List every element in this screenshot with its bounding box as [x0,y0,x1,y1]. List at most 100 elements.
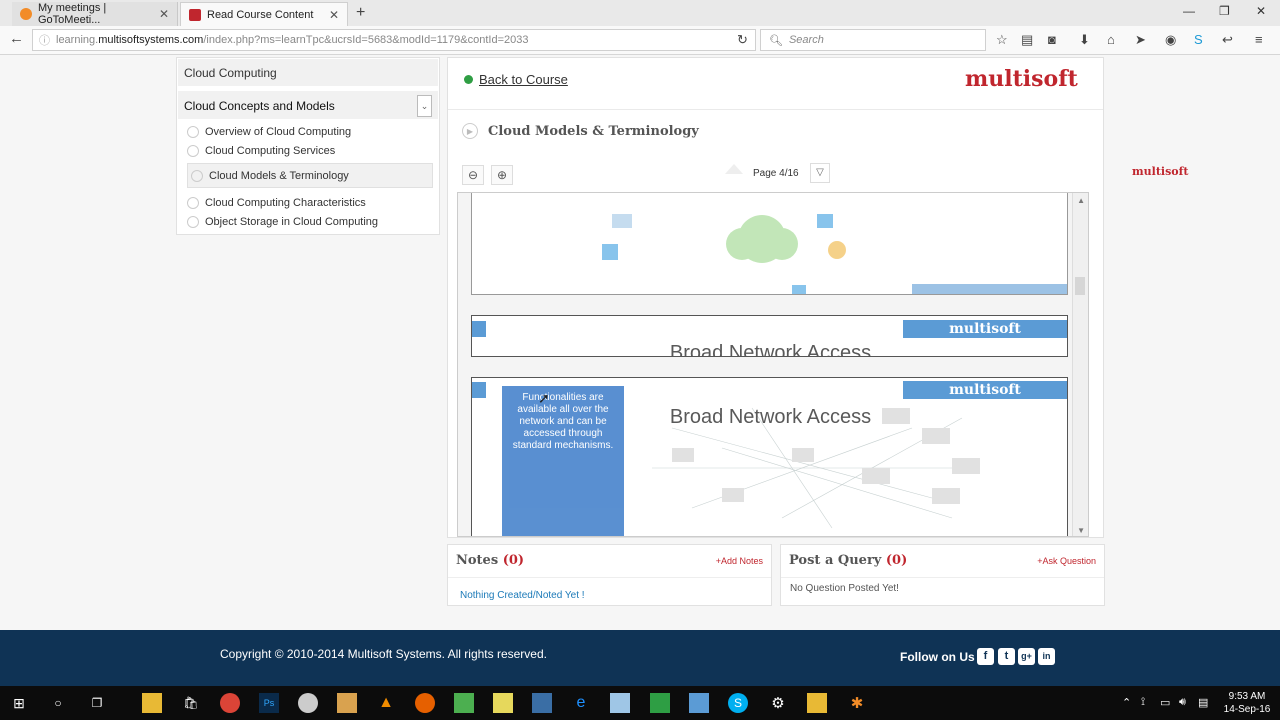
app-green-icon[interactable] [650,693,670,713]
multisoft-logo: multisoft [965,66,1078,92]
pocket-icon[interactable]: ◙ [1048,32,1056,47]
close-tab-icon[interactable]: ✕ [329,8,339,22]
battery-icon[interactable]: ▭ [1160,696,1170,709]
topic-label: Overview of Cloud Computing [205,126,352,138]
site-footer: Copyright © 2010-2014 Multisoft Systems.… [0,630,1280,686]
bookmark-star-icon[interactable]: ☆ [996,32,1008,48]
maximize-icon[interactable]: ❐ [1219,4,1230,18]
gotomeeting-favicon-icon [20,8,32,20]
send-icon[interactable]: ➤ [1135,32,1146,48]
minimize-icon[interactable]: — [1183,4,1195,18]
media-icon[interactable] [337,693,357,713]
firefox-icon[interactable] [415,693,435,713]
facebook-icon[interactable]: f [977,648,994,665]
slide-title: Broad Network Access [669,406,872,428]
notifications-icon[interactable]: ▤ [1198,696,1208,709]
tray-chevron-up-icon[interactable]: ⌃ [1122,696,1131,709]
tab-read-course-content[interactable]: Read Course Content ✕ [180,2,348,26]
previous-page-icon[interactable] [725,164,743,174]
monitor-icon[interactable] [532,693,552,713]
search-placeholder: Search [788,34,824,46]
chevron-down-icon[interactable]: ⌄ [417,95,432,117]
ask-question-link[interactable]: +Ask Question [1037,556,1096,566]
chrome-icon[interactable] [220,693,240,713]
download-icon[interactable]: ⬇ [1079,32,1090,48]
vlc-icon[interactable]: ▲ [376,693,396,713]
topic-overview[interactable]: Overview of Cloud Computing [187,126,351,138]
url-host: multisoftsystems.com [98,34,204,46]
page-indicator: Page 4/16 [753,168,799,179]
scroll-down-icon[interactable]: ▼ [1077,526,1085,535]
next-page-button[interactable]: ▽ [810,163,830,183]
topic-label: Cloud Computing Services [205,145,336,157]
cortana-search-icon[interactable]: ○ [48,693,68,713]
settings-gear-icon[interactable]: ⚙ [768,693,788,713]
topic-object-storage[interactable]: Object Storage in Cloud Computing [187,216,378,228]
edge-icon[interactable]: e [571,693,591,713]
photoshop-icon[interactable]: Ps [259,693,279,713]
task-view-icon[interactable]: ❐ [87,693,107,713]
skype-taskbar-icon[interactable]: S [728,693,748,713]
topic-models-terminology[interactable]: Cloud Models & Terminology [191,170,349,182]
topic-label: Cloud Computing Characteristics [205,197,366,209]
document-viewer[interactable]: multisoft Broad Network Access multisoft [457,192,1089,537]
scroll-thumb[interactable] [1075,277,1085,295]
reading-list-icon[interactable]: ▤ [1021,32,1033,48]
notepad-icon[interactable] [454,693,474,713]
slide-header-strip: multisoft Broad Network Access [471,315,1068,357]
follow-label: Follow on Us [900,650,975,664]
topic-characteristics[interactable]: Cloud Computing Characteristics [187,197,366,209]
clock-time: 9:53 AM [1228,691,1266,702]
windows-taskbar: ⊞ ○ ❐ 🛍︎ Ps ▲ e S ⚙ ✱ ⌃ ⟟ ▭ 🔊︎ ▤ 9:53 AM… [0,686,1280,720]
app-blue-icon[interactable] [689,693,709,713]
tab-title: My meetings | GoToMeeti... [38,2,107,26]
module-header[interactable]: Cloud Concepts and Models ⌄ [178,91,438,119]
topic-status-icon [187,197,199,209]
topic-services[interactable]: Cloud Computing Services [187,145,335,157]
back-to-course-link[interactable]: Back to Course [464,72,568,87]
add-notes-link[interactable]: +Add Notes [716,556,763,566]
info-icon[interactable]: ⓘ [39,32,50,48]
chat-icon[interactable]: ◉ [1165,32,1176,48]
paint-icon[interactable] [610,693,630,713]
back-label: Back to Course [479,72,568,87]
notes-title-text: Notes [456,553,499,568]
tab-my-meetings[interactable]: My meetings | GoToMeeti... ✕ [12,2,178,26]
sticky-notes-icon[interactable] [493,693,513,713]
google-plus-icon[interactable]: g+ [1018,648,1035,665]
store-icon[interactable]: 🛍︎ [181,693,201,713]
skype-icon[interactable]: S [1194,32,1203,47]
scroll-up-icon[interactable]: ▲ [1077,196,1085,205]
close-window-icon[interactable]: ✕ [1256,4,1266,18]
reload-icon[interactable]: ↻ [737,32,748,48]
volume-icon[interactable]: 🔊︎ [1179,696,1186,709]
multisoft-side-logo: multisoft [1132,165,1189,178]
zoom-out-button[interactable]: ⊖ [462,165,484,185]
notes-count: (0) [502,553,525,568]
network-icon[interactable]: ⟟ [1141,696,1145,709]
slide-diagram-graphic [602,214,1067,294]
folder-icon[interactable] [807,693,827,713]
new-tab-plus-icon[interactable]: + [356,4,365,22]
linkedin-icon[interactable]: in [1038,648,1055,665]
home-icon[interactable]: ⌂ [1107,32,1115,47]
viewer-scrollbar[interactable]: ▲ ▼ [1072,193,1088,536]
search-input[interactable]: 🔍︎ Search [760,29,986,51]
close-tab-icon[interactable]: ✕ [159,7,169,21]
zoom-in-button[interactable]: ⊕ [491,165,513,185]
divider [448,577,771,578]
back-arrow-icon[interactable]: ← [9,30,24,47]
taskbar-clock[interactable]: 9:53 AM 14-Sep-16 [1222,690,1272,716]
divider [448,109,1103,110]
gotomeeting-icon[interactable]: ✱ [847,693,867,713]
menu-hamburger-icon[interactable]: ≡ [1255,32,1263,47]
module-title: Cloud Concepts and Models [184,99,335,113]
multisoft-favicon-icon [189,8,201,21]
browser-nav-bar: ← ⓘ learning. multisoftsystems.com/index.… [0,26,1280,55]
twitter-icon[interactable]: t [998,648,1015,665]
windows-start-icon[interactable]: ⊞ [9,693,29,713]
extension-icon[interactable]: ↩ [1222,32,1233,48]
dell-icon[interactable] [298,693,318,713]
address-bar[interactable]: ⓘ learning. multisoftsystems.com/index.ph… [32,29,756,51]
file-explorer-icon[interactable] [142,693,162,713]
